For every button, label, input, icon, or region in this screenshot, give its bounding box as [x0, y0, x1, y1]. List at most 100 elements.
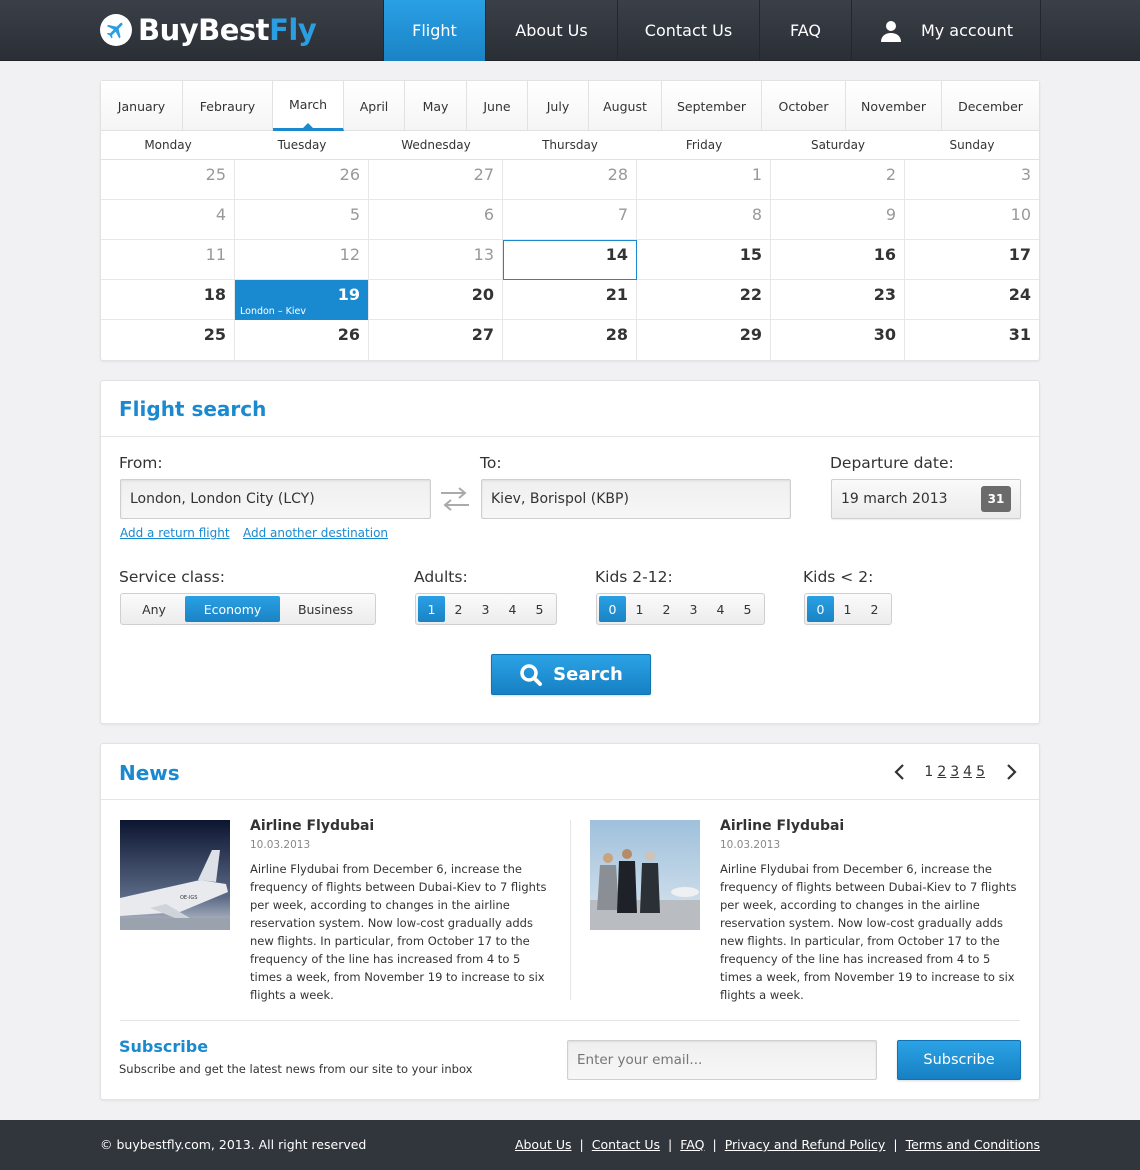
nav-faq[interactable]: FAQ	[759, 0, 851, 61]
calendar-day[interactable]: 31	[905, 320, 1039, 360]
calendar-day[interactable]: 12	[235, 240, 369, 280]
month-tab-april[interactable]: April	[344, 81, 405, 131]
month-tab-march[interactable]: March	[273, 81, 344, 131]
calendar-day[interactable]: 23	[771, 280, 905, 320]
month-tab-september[interactable]: September	[662, 81, 762, 131]
calendar-day[interactable]: 3	[905, 160, 1039, 200]
add-destination-link[interactable]: Add another destination	[243, 526, 388, 540]
month-tab-june[interactable]: June	[467, 81, 528, 131]
kids-option[interactable]: 1	[626, 596, 653, 622]
calendar-day[interactable]: 17	[905, 240, 1039, 280]
logo[interactable]: BuyBestFly	[100, 12, 317, 48]
footer-link-about-us[interactable]: About Us	[515, 1137, 572, 1152]
calendar-day[interactable]: 28	[503, 320, 637, 360]
nav-flight[interactable]: Flight	[383, 0, 485, 61]
calendar-icon[interactable]: 31	[981, 486, 1011, 512]
calendar-day[interactable]: 27	[369, 320, 503, 360]
month-tab-november[interactable]: November	[846, 81, 942, 131]
calendar-day[interactable]: 28	[503, 160, 637, 200]
nav-my-account[interactable]: My account	[851, 0, 1041, 61]
calendar-day[interactable]: 11	[101, 240, 235, 280]
page-number[interactable]: 5	[976, 764, 985, 780]
flight-search-panel: Flight search From: London, London City …	[100, 380, 1040, 724]
calendar-day-selected[interactable]: 19 London – Kiev	[235, 280, 369, 320]
calendar-day[interactable]: 25	[101, 160, 235, 200]
swap-icon[interactable]	[438, 483, 472, 515]
footer-link-faq[interactable]: FAQ	[680, 1137, 704, 1152]
search-button[interactable]: Search	[491, 654, 651, 695]
add-return-flight-link[interactable]: Add a return flight	[120, 526, 230, 540]
month-tab-january[interactable]: January	[101, 81, 183, 131]
month-tab-july[interactable]: July	[528, 81, 589, 131]
calendar-day[interactable]: 5	[235, 200, 369, 240]
calendar-day[interactable]: 6	[369, 200, 503, 240]
from-input[interactable]: London, London City (LCY)	[120, 479, 431, 519]
infants-option[interactable]: 2	[861, 596, 888, 622]
adults-option[interactable]: 1	[418, 596, 445, 622]
infants-option[interactable]: 1	[834, 596, 861, 622]
calendar-day[interactable]: 25	[101, 320, 235, 360]
adults-option[interactable]: 5	[526, 596, 553, 622]
calendar-day[interactable]: 27	[369, 160, 503, 200]
calendar-day[interactable]: 4	[101, 200, 235, 240]
infants-label: Kids < 2:	[803, 568, 874, 586]
page-number[interactable]: 3	[950, 764, 959, 780]
calendar-day[interactable]: 16	[771, 240, 905, 280]
news-item-title[interactable]: Airline Flydubai	[720, 818, 844, 834]
calendar-day[interactable]: 9	[771, 200, 905, 240]
month-tab-october[interactable]: October	[762, 81, 846, 131]
footer: © buybestfly.com, 2013. All right reserv…	[0, 1120, 1140, 1170]
calendar-day[interactable]: 22	[637, 280, 771, 320]
nav-about-us[interactable]: About Us	[485, 0, 617, 61]
kids-option[interactable]: 5	[734, 596, 761, 622]
adults-option[interactable]: 2	[445, 596, 472, 622]
calendar-day[interactable]: 26	[235, 320, 369, 360]
service-business-option[interactable]: Business	[280, 596, 371, 622]
month-tab-august[interactable]: August	[589, 81, 662, 131]
calendar-day[interactable]: 10	[905, 200, 1039, 240]
nav-contact-us[interactable]: Contact Us	[617, 0, 759, 61]
month-tab-february[interactable]: Febraury	[183, 81, 273, 131]
kids-option[interactable]: 0	[599, 596, 626, 622]
email-input[interactable]	[567, 1040, 877, 1080]
subscribe-button[interactable]: Subscribe	[897, 1040, 1021, 1080]
footer-link-terms[interactable]: Terms and Conditions	[906, 1137, 1040, 1152]
news-item-date: 10.03.2013	[250, 839, 311, 851]
calendar-day[interactable]: 13	[369, 240, 503, 280]
month-tab-may[interactable]: May	[405, 81, 467, 131]
calendar-day[interactable]: 20	[369, 280, 503, 320]
page-number[interactable]: 4	[963, 764, 972, 780]
calendar-day[interactable]: 29	[637, 320, 771, 360]
adults-option[interactable]: 4	[499, 596, 526, 622]
news-item-title[interactable]: Airline Flydubai	[250, 818, 374, 834]
departure-date-input[interactable]: 19 march 2013 31	[831, 479, 1021, 519]
footer-link-contact-us[interactable]: Contact Us	[592, 1137, 660, 1152]
chevron-left-icon[interactable]	[890, 762, 910, 782]
kids-option[interactable]: 3	[680, 596, 707, 622]
page-number[interactable]: 2	[937, 764, 946, 780]
month-tab-december[interactable]: December	[942, 81, 1039, 131]
to-input[interactable]: Kiev, Borispol (KBP)	[481, 479, 791, 519]
calendar-day[interactable]: 7	[503, 200, 637, 240]
calendar-day[interactable]: 24	[905, 280, 1039, 320]
calendar-day[interactable]: 18	[101, 280, 235, 320]
kids-option[interactable]: 2	[653, 596, 680, 622]
calendar-day[interactable]: 30	[771, 320, 905, 360]
calendar-day[interactable]: 21	[503, 280, 637, 320]
calendar-day[interactable]: 8	[637, 200, 771, 240]
kids-option[interactable]: 4	[707, 596, 734, 622]
calendar-day[interactable]: 15	[637, 240, 771, 280]
calendar-day-today[interactable]: 14	[503, 240, 637, 280]
footer-link-privacy[interactable]: Privacy and Refund Policy	[725, 1137, 886, 1152]
calendar-day[interactable]: 2	[771, 160, 905, 200]
chevron-right-icon[interactable]	[1001, 762, 1021, 782]
page-number[interactable]: 1	[924, 764, 933, 780]
calendar-day[interactable]: 26	[235, 160, 369, 200]
calendar-day[interactable]: 1	[637, 160, 771, 200]
news-image-jet[interactable]: OE-IGS	[120, 820, 230, 930]
service-any-option[interactable]: Any	[123, 596, 185, 622]
service-economy-option[interactable]: Economy	[185, 596, 280, 622]
infants-option[interactable]: 0	[807, 596, 834, 622]
adults-option[interactable]: 3	[472, 596, 499, 622]
news-image-business-people[interactable]	[590, 820, 700, 930]
